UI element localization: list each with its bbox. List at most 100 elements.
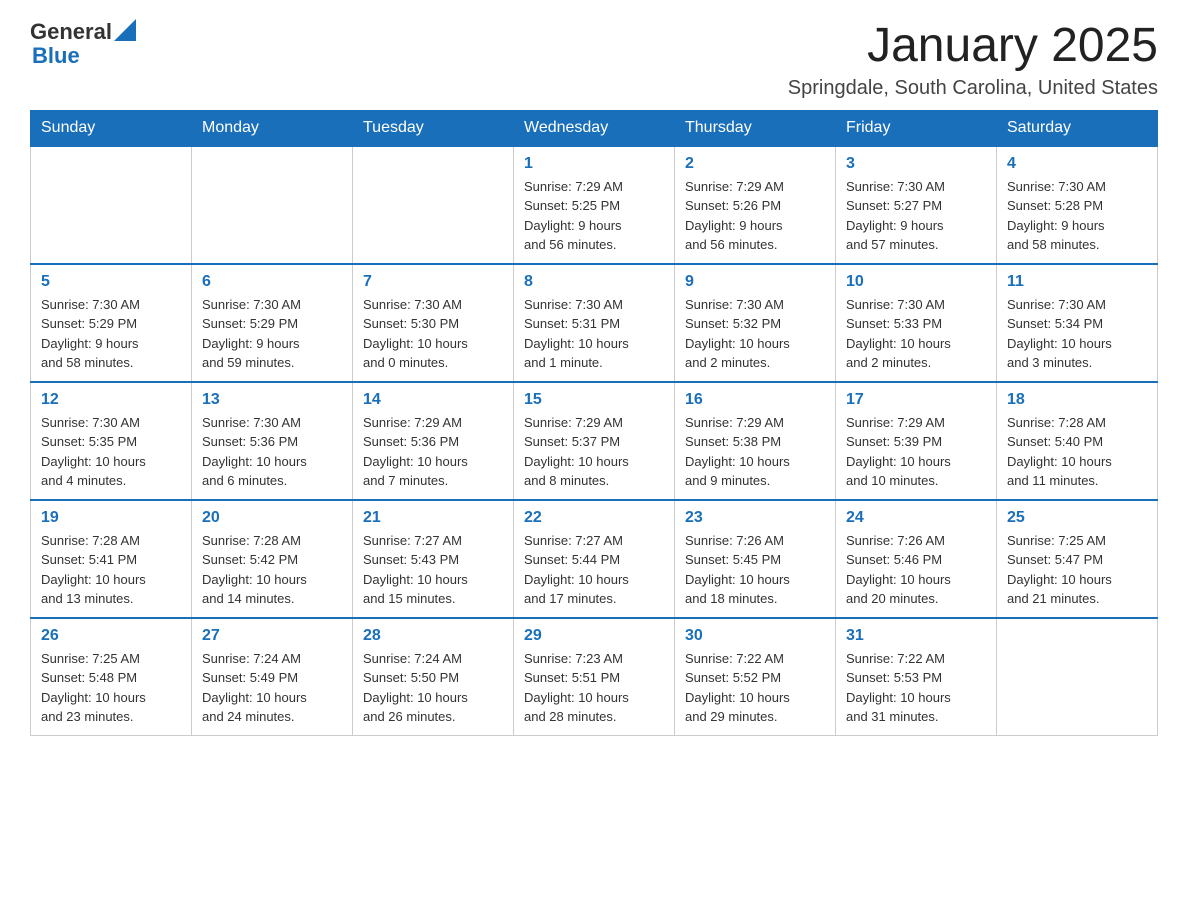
day-number: 23 [685, 509, 825, 527]
day-info: Sunrise: 7:29 AM Sunset: 5:38 PM Dayligh… [685, 413, 825, 491]
calendar-cell: 7Sunrise: 7:30 AM Sunset: 5:30 PM Daylig… [353, 264, 514, 382]
logo: General Blue [30, 20, 136, 68]
calendar-cell: 14 Sunrise: 7:29 AM Sunset: 5:36 PM Dayli… [353, 382, 514, 500]
day-info: Sunrise: 7:29 AM Sunset: 5:36 PM Dayligh… [363, 413, 503, 491]
calendar-body: 1Sunrise: 7:29 AM Sunset: 5:25 PM Daylig… [31, 146, 1158, 736]
calendar-cell [353, 146, 514, 264]
day-info: Sunrise: 7:25 AM Sunset: 5:48 PM Dayligh… [41, 649, 181, 727]
day-info: Sunrise: 7:28 AM Sunset: 5:41 PM Dayligh… [41, 531, 181, 609]
day-info: Sunrise: 7:29 AM Sunset: 5:25 PM Dayligh… [524, 177, 664, 255]
header-row: SundayMondayTuesdayWednesdayThursdayFrid… [31, 110, 1158, 146]
day-number: 2 [685, 155, 825, 173]
day-info: Sunrise: 7:29 AM Sunset: 5:37 PM Dayligh… [524, 413, 664, 491]
day-info: Sunrise: 7:30 AM Sunset: 5:29 PM Dayligh… [41, 295, 181, 373]
title-area: January 2025 Springdale, South Carolina,… [788, 20, 1158, 100]
day-info: Sunrise: 7:30 AM Sunset: 5:32 PM Dayligh… [685, 295, 825, 373]
day-info: Sunrise: 7:24 AM Sunset: 5:49 PM Dayligh… [202, 649, 342, 727]
day-number: 4 [1007, 155, 1147, 173]
calendar-cell [997, 618, 1158, 736]
day-info: Sunrise: 7:30 AM Sunset: 5:28 PM Dayligh… [1007, 177, 1147, 255]
week-row-1: 1Sunrise: 7:29 AM Sunset: 5:25 PM Daylig… [31, 146, 1158, 264]
calendar-cell: 3Sunrise: 7:30 AM Sunset: 5:27 PM Daylig… [836, 146, 997, 264]
day-info: Sunrise: 7:30 AM Sunset: 5:36 PM Dayligh… [202, 413, 342, 491]
calendar-cell: 17Sunrise: 7:29 AM Sunset: 5:39 PM Dayli… [836, 382, 997, 500]
week-row-4: 19 Sunrise: 7:28 AM Sunset: 5:41 PM Dayli… [31, 500, 1158, 618]
day-number: 30 [685, 627, 825, 645]
day-number: 15 [524, 391, 664, 409]
calendar-cell: 5 Sunrise: 7:30 AM Sunset: 5:29 PM Daylig… [31, 264, 192, 382]
header-day-friday: Friday [836, 110, 997, 146]
day-number: 31 [846, 627, 986, 645]
day-number: 25 [1007, 509, 1147, 527]
calendar-cell: 11 Sunrise: 7:30 AM Sunset: 5:34 PM Dayli… [997, 264, 1158, 382]
calendar-cell: 30 Sunrise: 7:22 AM Sunset: 5:52 PM Dayli… [675, 618, 836, 736]
calendar-cell [192, 146, 353, 264]
day-number: 18 [1007, 391, 1147, 409]
day-number: 5 [41, 273, 181, 291]
day-number: 20 [202, 509, 342, 527]
day-number: 12 [41, 391, 181, 409]
calendar-cell: 13 Sunrise: 7:30 AM Sunset: 5:36 PM Dayli… [192, 382, 353, 500]
day-number: 24 [846, 509, 986, 527]
week-row-2: 5 Sunrise: 7:30 AM Sunset: 5:29 PM Daylig… [31, 264, 1158, 382]
calendar-cell: 8 Sunrise: 7:30 AM Sunset: 5:31 PM Daylig… [514, 264, 675, 382]
calendar-cell: 1Sunrise: 7:29 AM Sunset: 5:25 PM Daylig… [514, 146, 675, 264]
day-number: 7 [363, 273, 503, 291]
day-number: 10 [846, 273, 986, 291]
day-number: 9 [685, 273, 825, 291]
day-number: 21 [363, 509, 503, 527]
day-number: 16 [685, 391, 825, 409]
day-number: 19 [41, 509, 181, 527]
day-info: Sunrise: 7:30 AM Sunset: 5:33 PM Dayligh… [846, 295, 986, 373]
day-info: Sunrise: 7:25 AM Sunset: 5:47 PM Dayligh… [1007, 531, 1147, 609]
day-info: Sunrise: 7:30 AM Sunset: 5:34 PM Dayligh… [1007, 295, 1147, 373]
page-header: General Blue January 2025 Springdale, So… [30, 20, 1158, 100]
week-row-3: 12Sunrise: 7:30 AM Sunset: 5:35 PM Dayli… [31, 382, 1158, 500]
calendar-cell: 18 Sunrise: 7:28 AM Sunset: 5:40 PM Dayli… [997, 382, 1158, 500]
calendar-cell: 27 Sunrise: 7:24 AM Sunset: 5:49 PM Dayli… [192, 618, 353, 736]
calendar-cell: 24Sunrise: 7:26 AM Sunset: 5:46 PM Dayli… [836, 500, 997, 618]
calendar-cell: 20 Sunrise: 7:28 AM Sunset: 5:42 PM Dayli… [192, 500, 353, 618]
day-number: 14 [363, 391, 503, 409]
calendar-cell: 12Sunrise: 7:30 AM Sunset: 5:35 PM Dayli… [31, 382, 192, 500]
day-info: Sunrise: 7:28 AM Sunset: 5:40 PM Dayligh… [1007, 413, 1147, 491]
day-info: Sunrise: 7:27 AM Sunset: 5:44 PM Dayligh… [524, 531, 664, 609]
day-info: Sunrise: 7:28 AM Sunset: 5:42 PM Dayligh… [202, 531, 342, 609]
location-title: Springdale, South Carolina, United State… [788, 77, 1158, 100]
day-number: 27 [202, 627, 342, 645]
day-info: Sunrise: 7:30 AM Sunset: 5:29 PM Dayligh… [202, 295, 342, 373]
day-number: 28 [363, 627, 503, 645]
day-number: 11 [1007, 273, 1147, 291]
calendar-cell: 19 Sunrise: 7:28 AM Sunset: 5:41 PM Dayli… [31, 500, 192, 618]
day-info: Sunrise: 7:27 AM Sunset: 5:43 PM Dayligh… [363, 531, 503, 609]
day-number: 13 [202, 391, 342, 409]
logo-triangle-icon [114, 19, 136, 41]
day-info: Sunrise: 7:30 AM Sunset: 5:31 PM Dayligh… [524, 295, 664, 373]
calendar-cell: 6Sunrise: 7:30 AM Sunset: 5:29 PM Daylig… [192, 264, 353, 382]
header-day-sunday: Sunday [31, 110, 192, 146]
day-info: Sunrise: 7:22 AM Sunset: 5:53 PM Dayligh… [846, 649, 986, 727]
logo-general-text: General [30, 20, 112, 44]
calendar-cell: 2Sunrise: 7:29 AM Sunset: 5:26 PM Daylig… [675, 146, 836, 264]
calendar-cell: 22Sunrise: 7:27 AM Sunset: 5:44 PM Dayli… [514, 500, 675, 618]
calendar-cell: 4 Sunrise: 7:30 AM Sunset: 5:28 PM Daylig… [997, 146, 1158, 264]
day-info: Sunrise: 7:24 AM Sunset: 5:50 PM Dayligh… [363, 649, 503, 727]
day-info: Sunrise: 7:22 AM Sunset: 5:52 PM Dayligh… [685, 649, 825, 727]
day-info: Sunrise: 7:30 AM Sunset: 5:27 PM Dayligh… [846, 177, 986, 255]
day-info: Sunrise: 7:26 AM Sunset: 5:45 PM Dayligh… [685, 531, 825, 609]
calendar-cell: 28 Sunrise: 7:24 AM Sunset: 5:50 PM Dayli… [353, 618, 514, 736]
calendar-cell: 26Sunrise: 7:25 AM Sunset: 5:48 PM Dayli… [31, 618, 192, 736]
calendar-header: SundayMondayTuesdayWednesdayThursdayFrid… [31, 110, 1158, 146]
header-day-saturday: Saturday [997, 110, 1158, 146]
calendar-cell: 15 Sunrise: 7:29 AM Sunset: 5:37 PM Dayli… [514, 382, 675, 500]
header-day-thursday: Thursday [675, 110, 836, 146]
calendar-cell: 31 Sunrise: 7:22 AM Sunset: 5:53 PM Dayli… [836, 618, 997, 736]
header-day-tuesday: Tuesday [353, 110, 514, 146]
logo-blue-text: Blue [32, 44, 136, 68]
calendar-cell [31, 146, 192, 264]
day-number: 8 [524, 273, 664, 291]
calendar-cell: 25 Sunrise: 7:25 AM Sunset: 5:47 PM Dayli… [997, 500, 1158, 618]
month-title: January 2025 [788, 20, 1158, 73]
calendar-cell: 9 Sunrise: 7:30 AM Sunset: 5:32 PM Daylig… [675, 264, 836, 382]
calendar-cell: 29Sunrise: 7:23 AM Sunset: 5:51 PM Dayli… [514, 618, 675, 736]
